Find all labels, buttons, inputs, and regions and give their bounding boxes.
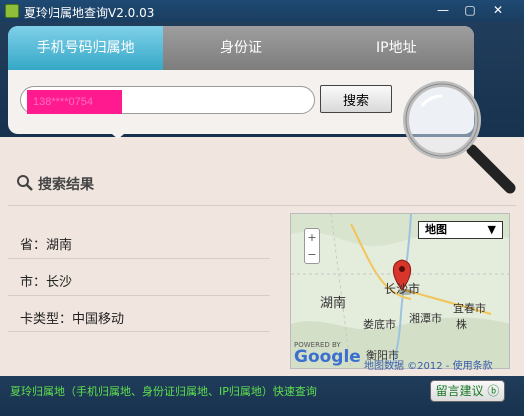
results-divider (8, 205, 516, 206)
search-icon (17, 175, 33, 191)
tab-ip-address[interactable]: IP地址 (318, 26, 474, 70)
results-title: 搜索结果 (38, 177, 94, 193)
map-label-yichun: 宜春市 (453, 302, 486, 315)
maximize-button[interactable]: ▢ (459, 2, 481, 19)
map-attribution-link[interactable]: 地图数据 ©2012 - 使用条款 (364, 357, 493, 372)
search-button[interactable]: 搜索 (320, 85, 392, 113)
minimize-button[interactable]: — (432, 2, 454, 19)
map-label-changsha: 长沙市 (384, 282, 421, 296)
footer-text: 夏玲归属地（手机归属地、身份证归属地、IP归属地）快速查询 (10, 385, 317, 398)
row-divider (8, 331, 270, 332)
card-type-value: 卡类型：中国移动 (20, 312, 125, 327)
tab-bar: 手机号码归属地 身份证 IP地址 (8, 26, 474, 70)
google-logo: Google (294, 347, 361, 367)
search-input[interactable] (27, 90, 122, 114)
zoom-in-icon[interactable]: + (305, 229, 319, 246)
map-zoom-control[interactable]: + − (304, 228, 320, 264)
tab-phone[interactable]: 手机号码归属地 (8, 26, 164, 70)
window-title: 夏玲归属地查询V2.0.03 (24, 6, 155, 20)
map-type-value: 地图 (425, 223, 447, 236)
map-label-xiangtan: 湘潭市 (409, 312, 442, 325)
close-button[interactable]: ✕ (487, 2, 509, 19)
panel-pointer (106, 129, 130, 139)
app-window: 夏玲归属地查询V2.0.03 — ▢ ✕ 手机号码归属地 身份证 IP地址 搜索… (0, 0, 524, 416)
map-label-loudi: 娄底市 (363, 318, 396, 331)
app-icon (5, 4, 19, 18)
chevron-down-icon: ▼ (487, 223, 496, 236)
row-divider (8, 258, 270, 259)
province-value: 省：湖南 (20, 238, 73, 253)
map-label-zhuzhou: 株 (456, 318, 467, 331)
zoom-out-icon[interactable]: − (305, 246, 319, 263)
feedback-button[interactable]: 留言建议 ⓑ (430, 380, 505, 402)
tab-id-card[interactable]: 身份证 (163, 26, 319, 70)
city-value: 市：长沙 (20, 275, 73, 290)
row-divider (8, 295, 270, 296)
map-label-hunan: 湖南 (320, 296, 347, 311)
magnifier-icon (403, 81, 516, 194)
map-type-select[interactable]: 地图 ▼ (418, 221, 503, 239)
title-bar[interactable]: 夏玲归属地查询V2.0.03 — ▢ ✕ (0, 0, 524, 22)
